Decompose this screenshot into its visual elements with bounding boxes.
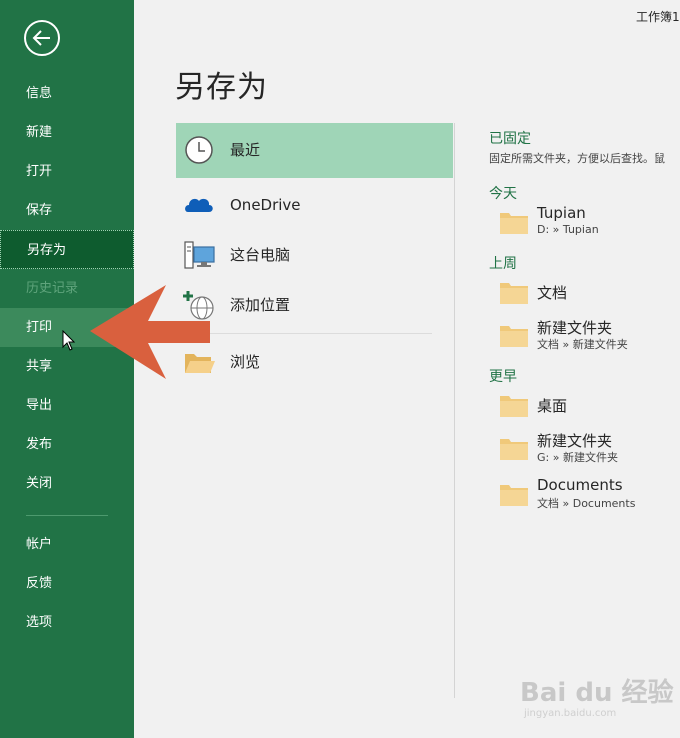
back-button[interactable] xyxy=(24,20,60,56)
recent-folder-documents[interactable]: Documents 文档 » Documents xyxy=(500,476,680,520)
column-divider xyxy=(454,123,455,698)
folder-icon xyxy=(500,485,528,506)
folder-path: 文档 » 新建文件夹 xyxy=(537,338,628,351)
location-browse[interactable]: 浏览 xyxy=(176,335,453,390)
folder-icon xyxy=(500,439,528,460)
nav-open[interactable]: 打开 xyxy=(0,152,134,191)
nav-info[interactable]: 信息 xyxy=(0,74,134,113)
group-heading-today: 今天 xyxy=(489,186,517,202)
nav-publish[interactable]: 发布 xyxy=(0,425,134,464)
folder-path: 文档 » Documents xyxy=(537,497,636,510)
folder-icon xyxy=(500,283,528,304)
recent-folder-documents-cn[interactable]: 文档 xyxy=(500,274,680,318)
recent-folder-new-folder-2[interactable]: 新建文件夹 G: » 新建文件夹 xyxy=(500,430,680,474)
location-label: 添加位置 xyxy=(230,296,291,314)
folder-icon xyxy=(500,396,528,417)
page-title: 另存为 xyxy=(175,70,268,105)
folder-name: Tupian xyxy=(537,204,586,222)
nav-save[interactable]: 保存 xyxy=(0,191,134,230)
cloud-icon xyxy=(185,198,213,212)
location-label: 浏览 xyxy=(230,353,261,371)
location-onedrive[interactable]: OneDrive xyxy=(176,178,453,233)
nav-save-as[interactable]: 另存为 xyxy=(0,230,134,269)
window-title: 工作簿1 xyxy=(636,10,680,24)
location-this-pc[interactable]: 这台电脑 xyxy=(176,228,453,283)
location-label: 这台电脑 xyxy=(230,246,291,264)
annotation-arrow-icon xyxy=(90,285,210,379)
group-heading-earlier: 更早 xyxy=(489,369,517,385)
locations-divider xyxy=(186,333,432,334)
nav-account[interactable]: 帐户 xyxy=(0,525,134,564)
folder-name: 新建文件夹 xyxy=(537,319,613,337)
location-label: 最近 xyxy=(230,141,261,159)
recent-folder-desktop[interactable]: 桌面 xyxy=(500,387,680,431)
nav-close[interactable]: 关闭 xyxy=(0,464,134,503)
folder-name: Documents xyxy=(537,476,623,494)
watermark: Bai du 经验 xyxy=(520,678,674,708)
clock-icon xyxy=(185,136,213,164)
folder-icon xyxy=(500,326,528,347)
recent-folder-tupian[interactable]: Tupian D: » Tupian xyxy=(500,204,680,248)
back-arrow-icon xyxy=(32,30,50,46)
nav-divider xyxy=(26,515,108,516)
group-heading-last-week: 上周 xyxy=(489,256,517,272)
folder-name: 桌面 xyxy=(537,397,568,415)
nav-new[interactable]: 新建 xyxy=(0,113,134,152)
folder-icon xyxy=(500,213,528,234)
mouse-cursor-icon xyxy=(62,330,76,351)
folder-path: G: » 新建文件夹 xyxy=(537,451,618,464)
folder-path: D: » Tupian xyxy=(537,223,599,236)
watermark-url: jingyan.baidu.com xyxy=(524,708,617,719)
folder-name: 文档 xyxy=(537,284,568,302)
pinned-heading: 已固定 xyxy=(489,131,531,147)
recent-folder-new-folder-1[interactable]: 新建文件夹 文档 » 新建文件夹 xyxy=(500,317,680,361)
nav-options[interactable]: 选项 xyxy=(0,603,134,642)
location-label: OneDrive xyxy=(230,196,301,214)
folder-name: 新建文件夹 xyxy=(537,432,613,450)
nav-feedback[interactable]: 反馈 xyxy=(0,564,134,603)
pinned-description: 固定所需文件夹，方便以后查找。鼠 xyxy=(489,152,665,165)
location-recent[interactable]: 最近 xyxy=(176,123,453,178)
nav-export[interactable]: 导出 xyxy=(0,386,134,425)
location-add-place[interactable]: 添加位置 xyxy=(176,278,453,333)
computer-icon xyxy=(184,241,215,269)
